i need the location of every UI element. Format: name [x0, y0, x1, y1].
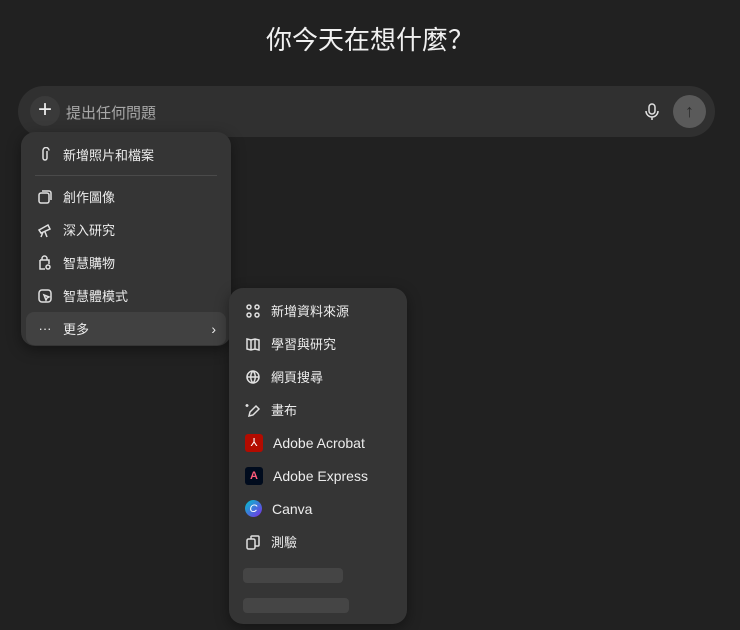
submenu-item-canvas[interactable]: 畫布 — [234, 393, 402, 426]
submenu-item-adobe-acrobat[interactable]: ⅄ Adobe Acrobat — [234, 426, 402, 459]
menu-item-agent-mode[interactable]: 智慧體模式 — [26, 279, 226, 312]
connectors-icon — [245, 303, 261, 319]
submenu-item-web-search[interactable]: 網頁搜尋 — [234, 360, 402, 393]
menu-item-more[interactable]: ··· 更多 › — [26, 312, 226, 345]
adobe-express-icon: A — [245, 466, 263, 485]
menu-item-deep-research[interactable]: 深入研究 — [26, 213, 226, 246]
image-icon — [37, 189, 53, 205]
submenu-item-study[interactable]: 學習與研究 — [234, 327, 402, 360]
submenu-item-quiz[interactable]: 測驗 — [234, 525, 402, 558]
loading-placeholder — [243, 568, 343, 583]
page-title: 你今天在想什麼？ — [265, 25, 474, 55]
shopping-bag-search-icon — [37, 254, 53, 271]
loading-placeholder — [243, 598, 349, 613]
more-submenu: 新增資料來源 學習與研究 網頁搜尋 畫布 ⅄ Adobe Acrobat A Ado… — [229, 288, 407, 624]
more-dots-icon: ··· — [38, 321, 52, 336]
submenu-item-add-source[interactable]: 新增資料來源 — [234, 294, 402, 327]
canva-icon: C — [245, 500, 262, 517]
microphone-icon[interactable] — [642, 101, 662, 123]
submenu-item-canva[interactable]: C Canva — [234, 492, 402, 525]
submenu-item-adobe-express[interactable]: A Adobe Express — [234, 459, 402, 492]
menu-item-add-files[interactable]: 新增照片和檔案 — [26, 138, 226, 171]
prompt-input[interactable]: 提出任何問題 — [66, 102, 156, 123]
composer: + 提出任何問題 ↑ — [18, 86, 715, 137]
menu-item-shopping[interactable]: 智慧購物 — [26, 246, 226, 279]
cursor-icon — [37, 288, 53, 304]
menu-item-create-image[interactable]: 創作圖像 — [26, 180, 226, 213]
attach-menu: 新增照片和檔案 創作圖像 深入研究 智慧購物 智慧體模式 ··· 更多 › — [21, 132, 231, 346]
telescope-icon — [37, 222, 53, 238]
adobe-acrobat-icon: ⅄ — [245, 433, 263, 452]
pencil-sparkle-icon — [245, 402, 261, 418]
chevron-right-icon: › — [211, 320, 216, 337]
add-button[interactable]: + — [30, 96, 60, 126]
globe-icon — [245, 369, 261, 385]
book-icon — [245, 336, 261, 352]
divider — [35, 175, 217, 176]
send-button[interactable]: ↑ — [673, 95, 706, 128]
cards-icon — [245, 534, 261, 550]
paperclip-icon — [37, 146, 53, 163]
